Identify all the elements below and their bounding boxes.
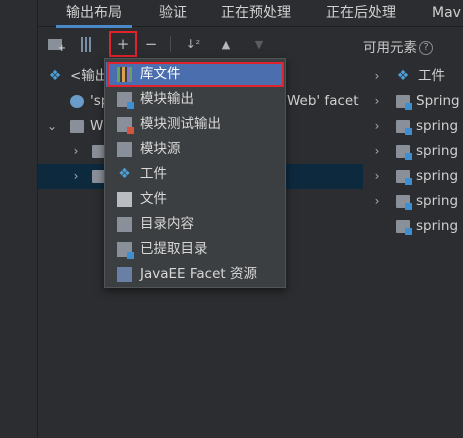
menu-item-label: 模块测试输出 — [140, 116, 221, 132]
module-source-icon — [117, 142, 132, 157]
menu-item-module-test-output[interactable]: 模块测试输出 — [106, 112, 284, 137]
available-item-module[interactable]: › spring — [363, 139, 463, 164]
available-elements-list: › ❖ 工件 › Spring › spring › spring › spri… — [363, 61, 463, 438]
menu-item-file[interactable]: 文件 — [106, 187, 284, 212]
expand-icon[interactable]: › — [371, 189, 383, 214]
module-icon — [396, 145, 412, 160]
menu-item-label: 目录内容 — [140, 216, 194, 232]
module-output-icon — [117, 92, 134, 109]
tree-root-label: <输出 — [70, 68, 109, 84]
available-item-label: spring — [416, 168, 459, 184]
module-icon — [396, 95, 412, 110]
module-icon — [396, 120, 412, 135]
expand-icon[interactable]: › — [70, 164, 82, 189]
add-element-menu: 库文件 模块输出 模块测试输出 模块源 ❖ 工件 文件 目录内容 已提取目录 J… — [104, 58, 286, 288]
menu-item-label: 库文件 — [140, 66, 181, 82]
expand-icon[interactable]: › — [371, 164, 383, 189]
toolbar-separator — [170, 36, 171, 52]
tab-preprocessing[interactable]: 正在预处理 — [221, 0, 291, 27]
move-down-icon[interactable]: ▼ — [248, 32, 270, 56]
available-item-module[interactable]: › Spring — [363, 89, 463, 114]
war-label: W — [90, 118, 104, 134]
expand-icon[interactable]: › — [371, 139, 383, 164]
add-icon[interactable]: + — [109, 31, 137, 57]
menu-item-label: 工件 — [140, 166, 167, 182]
menu-item-label: 文件 — [140, 191, 167, 207]
tab-validation[interactable]: 验证 — [159, 0, 187, 27]
available-item-label: spring — [416, 193, 459, 209]
menu-item-module-source[interactable]: 模块源 — [106, 137, 284, 162]
tab-postprocessing[interactable]: 正在后处理 — [326, 0, 396, 27]
menu-item-module-output[interactable]: 模块输出 — [106, 87, 284, 112]
javaee-facet-icon — [117, 267, 132, 282]
tab-bar: 输出布局 验证 正在预处理 正在后处理 Mav — [38, 0, 463, 28]
available-item-label: spring — [416, 218, 459, 234]
remove-icon[interactable]: − — [140, 32, 162, 56]
extracted-directory-icon — [117, 242, 134, 259]
module-icon — [396, 220, 412, 235]
module-icon — [396, 170, 412, 185]
menu-item-label: JavaEE Facet 资源 — [140, 266, 257, 282]
available-item-module[interactable]: › spring — [363, 164, 463, 189]
available-item-artifact[interactable]: › ❖ 工件 — [363, 64, 463, 89]
file-icon — [117, 192, 132, 207]
available-item-module[interactable]: › spring — [363, 189, 463, 214]
available-item-label: 工件 — [418, 68, 445, 84]
menu-item-label: 模块源 — [140, 141, 181, 157]
available-item-module[interactable]: › spring — [363, 114, 463, 139]
move-up-icon[interactable]: ▲ — [215, 32, 237, 56]
menu-item-library[interactable]: 库文件 — [106, 62, 284, 87]
library-icon — [117, 67, 132, 82]
web-facet-icon — [70, 95, 84, 108]
help-icon[interactable]: ? — [419, 41, 433, 55]
new-folder-icon[interactable]: + — [44, 32, 66, 56]
directory-content-icon — [117, 217, 132, 232]
module-icon — [396, 195, 412, 210]
left-gutter — [0, 0, 38, 438]
artifact-icon: ❖ — [396, 68, 410, 84]
available-item-label: spring — [416, 118, 459, 134]
artifact-icon: ❖ — [118, 166, 131, 182]
folder-icon — [70, 120, 84, 133]
available-elements-header: 可用元素? — [363, 36, 433, 56]
expand-icon[interactable]: › — [371, 64, 383, 89]
tab-output-layout[interactable]: 输出布局 — [56, 0, 132, 28]
menu-item-label: 模块输出 — [140, 91, 194, 107]
expand-icon[interactable]: › — [70, 139, 82, 164]
tab-maven[interactable]: Mav — [432, 0, 461, 27]
sort-icon[interactable]: ↓ᶻ — [182, 32, 204, 56]
available-item-label: spring — [416, 143, 459, 159]
menu-item-javaee-facet[interactable]: JavaEE Facet 资源 — [106, 262, 284, 287]
menu-item-artifact[interactable]: ❖ 工件 — [106, 162, 284, 187]
module-test-output-icon — [117, 117, 134, 134]
available-item-label: Spring — [416, 93, 460, 109]
menu-item-extracted-directory[interactable]: 已提取目录 — [106, 237, 284, 262]
menu-item-label: 已提取目录 — [140, 241, 208, 257]
web-facet-label-right: Web' facet — [287, 93, 359, 109]
expand-icon[interactable]: › — [371, 114, 383, 139]
expand-icon[interactable]: › — [371, 89, 383, 114]
menu-item-directory-content[interactable]: 目录内容 — [106, 212, 284, 237]
artifact-icon: ❖ — [48, 68, 62, 84]
available-elements-label: 可用元素 — [363, 40, 417, 56]
library-icon[interactable] — [76, 32, 98, 56]
collapse-icon[interactable]: ⌄ — [46, 114, 58, 139]
available-item-module[interactable]: spring — [363, 214, 463, 239]
